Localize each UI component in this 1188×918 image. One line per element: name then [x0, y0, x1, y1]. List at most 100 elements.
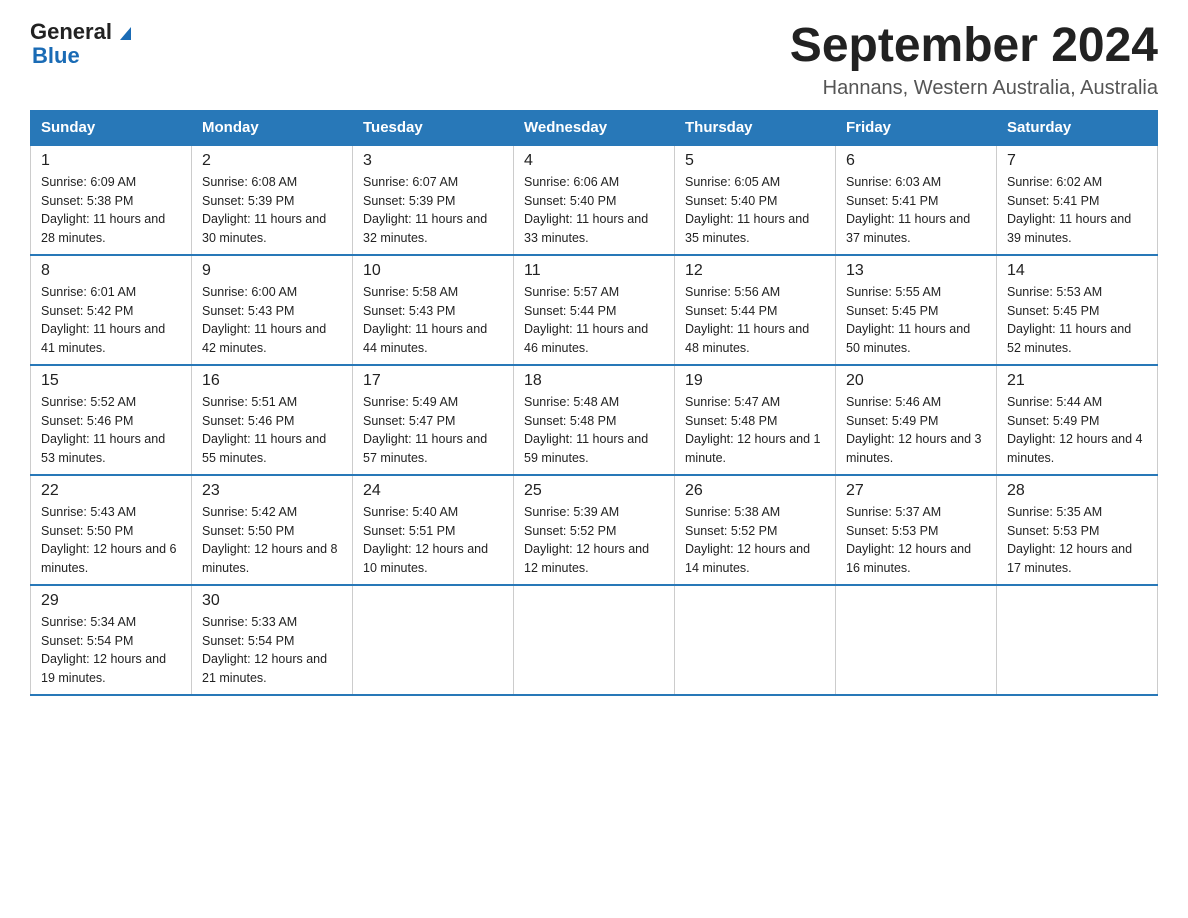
- col-wednesday: Wednesday: [514, 110, 675, 145]
- title-section: September 2024 Hannans, Western Australi…: [790, 20, 1158, 100]
- day-number: 4: [524, 152, 664, 170]
- calendar-week-1: 1 Sunrise: 6:09 AMSunset: 5:38 PMDayligh…: [31, 145, 1158, 255]
- calendar-week-3: 15 Sunrise: 5:52 AMSunset: 5:46 PMDaylig…: [31, 365, 1158, 475]
- day-number: 8: [41, 262, 181, 280]
- day-number: 1: [41, 152, 181, 170]
- day-info: Sunrise: 5:37 AMSunset: 5:53 PMDaylight:…: [846, 503, 986, 578]
- calendar-cell: [514, 585, 675, 695]
- calendar-cell: [675, 585, 836, 695]
- col-monday: Monday: [192, 110, 353, 145]
- day-info: Sunrise: 6:00 AMSunset: 5:43 PMDaylight:…: [202, 283, 342, 358]
- calendar-cell: 28 Sunrise: 5:35 AMSunset: 5:53 PMDaylig…: [997, 475, 1158, 585]
- day-info: Sunrise: 5:44 AMSunset: 5:49 PMDaylight:…: [1007, 393, 1147, 468]
- day-info: Sunrise: 6:05 AMSunset: 5:40 PMDaylight:…: [685, 173, 825, 248]
- logo: General Blue: [30, 20, 131, 68]
- calendar-cell: 1 Sunrise: 6:09 AMSunset: 5:38 PMDayligh…: [31, 145, 192, 255]
- day-number: 11: [524, 262, 664, 280]
- day-number: 18: [524, 372, 664, 390]
- day-info: Sunrise: 6:03 AMSunset: 5:41 PMDaylight:…: [846, 173, 986, 248]
- day-number: 2: [202, 152, 342, 170]
- day-info: Sunrise: 5:35 AMSunset: 5:53 PMDaylight:…: [1007, 503, 1147, 578]
- calendar-cell: 6 Sunrise: 6:03 AMSunset: 5:41 PMDayligh…: [836, 145, 997, 255]
- logo-blue: Blue: [32, 43, 80, 68]
- day-number: 15: [41, 372, 181, 390]
- day-info: Sunrise: 5:34 AMSunset: 5:54 PMDaylight:…: [41, 613, 181, 688]
- day-info: Sunrise: 5:57 AMSunset: 5:44 PMDaylight:…: [524, 283, 664, 358]
- day-number: 10: [363, 262, 503, 280]
- calendar-cell: 27 Sunrise: 5:37 AMSunset: 5:53 PMDaylig…: [836, 475, 997, 585]
- day-number: 26: [685, 482, 825, 500]
- day-number: 17: [363, 372, 503, 390]
- calendar-cell: 29 Sunrise: 5:34 AMSunset: 5:54 PMDaylig…: [31, 585, 192, 695]
- calendar-table: Sunday Monday Tuesday Wednesday Thursday…: [30, 110, 1158, 696]
- calendar-cell: 22 Sunrise: 5:43 AMSunset: 5:50 PMDaylig…: [31, 475, 192, 585]
- day-number: 30: [202, 592, 342, 610]
- col-thursday: Thursday: [675, 110, 836, 145]
- day-number: 9: [202, 262, 342, 280]
- day-number: 19: [685, 372, 825, 390]
- day-info: Sunrise: 6:08 AMSunset: 5:39 PMDaylight:…: [202, 173, 342, 248]
- calendar-cell: [353, 585, 514, 695]
- calendar-cell: 30 Sunrise: 5:33 AMSunset: 5:54 PMDaylig…: [192, 585, 353, 695]
- calendar-cell: 11 Sunrise: 5:57 AMSunset: 5:44 PMDaylig…: [514, 255, 675, 365]
- calendar-week-2: 8 Sunrise: 6:01 AMSunset: 5:42 PMDayligh…: [31, 255, 1158, 365]
- day-info: Sunrise: 5:47 AMSunset: 5:48 PMDaylight:…: [685, 393, 825, 468]
- day-info: Sunrise: 5:48 AMSunset: 5:48 PMDaylight:…: [524, 393, 664, 468]
- calendar-cell: 18 Sunrise: 5:48 AMSunset: 5:48 PMDaylig…: [514, 365, 675, 475]
- month-title: September 2024: [790, 20, 1158, 73]
- calendar-cell: 5 Sunrise: 6:05 AMSunset: 5:40 PMDayligh…: [675, 145, 836, 255]
- page-header: General Blue September 2024 Hannans, Wes…: [30, 20, 1158, 100]
- calendar-cell: 13 Sunrise: 5:55 AMSunset: 5:45 PMDaylig…: [836, 255, 997, 365]
- calendar-week-4: 22 Sunrise: 5:43 AMSunset: 5:50 PMDaylig…: [31, 475, 1158, 585]
- col-friday: Friday: [836, 110, 997, 145]
- logo-name: General: [30, 20, 131, 44]
- day-info: Sunrise: 6:01 AMSunset: 5:42 PMDaylight:…: [41, 283, 181, 358]
- day-info: Sunrise: 5:33 AMSunset: 5:54 PMDaylight:…: [202, 613, 342, 688]
- calendar-cell: 2 Sunrise: 6:08 AMSunset: 5:39 PMDayligh…: [192, 145, 353, 255]
- day-info: Sunrise: 5:51 AMSunset: 5:46 PMDaylight:…: [202, 393, 342, 468]
- day-number: 25: [524, 482, 664, 500]
- calendar-cell: 26 Sunrise: 5:38 AMSunset: 5:52 PMDaylig…: [675, 475, 836, 585]
- calendar-cell: 24 Sunrise: 5:40 AMSunset: 5:51 PMDaylig…: [353, 475, 514, 585]
- day-info: Sunrise: 5:56 AMSunset: 5:44 PMDaylight:…: [685, 283, 825, 358]
- calendar-cell: 16 Sunrise: 5:51 AMSunset: 5:46 PMDaylig…: [192, 365, 353, 475]
- day-number: 14: [1007, 262, 1147, 280]
- day-info: Sunrise: 5:58 AMSunset: 5:43 PMDaylight:…: [363, 283, 503, 358]
- day-info: Sunrise: 5:38 AMSunset: 5:52 PMDaylight:…: [685, 503, 825, 578]
- day-info: Sunrise: 5:46 AMSunset: 5:49 PMDaylight:…: [846, 393, 986, 468]
- day-info: Sunrise: 5:39 AMSunset: 5:52 PMDaylight:…: [524, 503, 664, 578]
- day-number: 12: [685, 262, 825, 280]
- day-info: Sunrise: 6:07 AMSunset: 5:39 PMDaylight:…: [363, 173, 503, 248]
- calendar-cell: 14 Sunrise: 5:53 AMSunset: 5:45 PMDaylig…: [997, 255, 1158, 365]
- day-number: 7: [1007, 152, 1147, 170]
- day-number: 22: [41, 482, 181, 500]
- col-saturday: Saturday: [997, 110, 1158, 145]
- calendar-cell: 23 Sunrise: 5:42 AMSunset: 5:50 PMDaylig…: [192, 475, 353, 585]
- calendar-cell: 10 Sunrise: 5:58 AMSunset: 5:43 PMDaylig…: [353, 255, 514, 365]
- day-number: 27: [846, 482, 986, 500]
- calendar-cell: 3 Sunrise: 6:07 AMSunset: 5:39 PMDayligh…: [353, 145, 514, 255]
- calendar-cell: [836, 585, 997, 695]
- day-number: 3: [363, 152, 503, 170]
- day-info: Sunrise: 5:49 AMSunset: 5:47 PMDaylight:…: [363, 393, 503, 468]
- calendar-cell: 15 Sunrise: 5:52 AMSunset: 5:46 PMDaylig…: [31, 365, 192, 475]
- calendar-week-5: 29 Sunrise: 5:34 AMSunset: 5:54 PMDaylig…: [31, 585, 1158, 695]
- day-info: Sunrise: 5:53 AMSunset: 5:45 PMDaylight:…: [1007, 283, 1147, 358]
- day-info: Sunrise: 5:40 AMSunset: 5:51 PMDaylight:…: [363, 503, 503, 578]
- calendar-cell: 25 Sunrise: 5:39 AMSunset: 5:52 PMDaylig…: [514, 475, 675, 585]
- day-info: Sunrise: 5:52 AMSunset: 5:46 PMDaylight:…: [41, 393, 181, 468]
- location: Hannans, Western Australia, Australia: [790, 77, 1158, 100]
- day-info: Sunrise: 6:09 AMSunset: 5:38 PMDaylight:…: [41, 173, 181, 248]
- day-number: 16: [202, 372, 342, 390]
- day-info: Sunrise: 5:42 AMSunset: 5:50 PMDaylight:…: [202, 503, 342, 578]
- calendar-cell: 7 Sunrise: 6:02 AMSunset: 5:41 PMDayligh…: [997, 145, 1158, 255]
- day-number: 29: [41, 592, 181, 610]
- day-number: 5: [685, 152, 825, 170]
- calendar-cell: 9 Sunrise: 6:00 AMSunset: 5:43 PMDayligh…: [192, 255, 353, 365]
- calendar-cell: [997, 585, 1158, 695]
- day-info: Sunrise: 6:02 AMSunset: 5:41 PMDaylight:…: [1007, 173, 1147, 248]
- day-number: 24: [363, 482, 503, 500]
- col-tuesday: Tuesday: [353, 110, 514, 145]
- day-number: 28: [1007, 482, 1147, 500]
- day-info: Sunrise: 5:43 AMSunset: 5:50 PMDaylight:…: [41, 503, 181, 578]
